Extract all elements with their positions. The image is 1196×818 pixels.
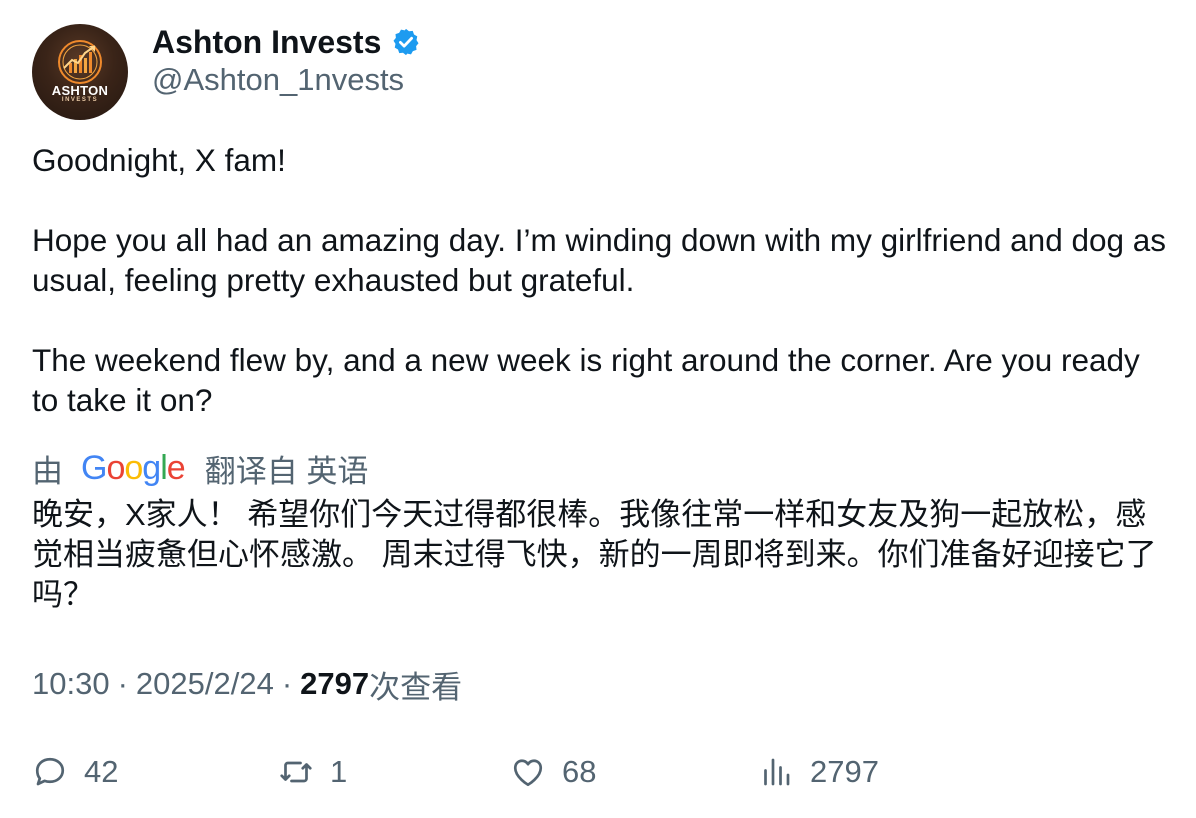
chart-logo-icon — [58, 40, 102, 84]
translation-attribution[interactable]: 由 Google 翻译自 英语 — [32, 446, 368, 490]
views-action-count: 2797 — [810, 754, 879, 789]
tweet-time[interactable]: 10:30 — [32, 666, 110, 702]
analytics-icon — [764, 758, 790, 786]
views-label: 次查看 — [369, 669, 463, 705]
meta-separator: · — [281, 666, 293, 701]
author-handle[interactable]: @Ashton_1nvests — [152, 62, 404, 98]
tweet-paragraph: Goodnight, X fam! — [32, 142, 286, 178]
tweet-meta: 10:30 · 2025/2/24 · 2797 次查看 — [32, 664, 463, 705]
tweet-paragraph: The weekend flew by, and a new week is r… — [32, 342, 1140, 418]
avatar[interactable]: ASHTON INVESTS — [32, 24, 128, 120]
translated-tweet-text: 晚安，X家人！ 希望你们今天过得都很棒。我像往常一样和女友及狗一起放松，感觉相当… — [32, 497, 1157, 612]
meta-separator: · — [117, 666, 128, 701]
retweet-icon — [280, 761, 312, 783]
google-logo: Google — [81, 448, 186, 487]
views-button[interactable]: 2797 — [758, 748, 879, 796]
like-button[interactable]: 68 — [510, 748, 596, 796]
avatar-logo-text: ASHTON — [51, 83, 109, 98]
reply-button[interactable]: 42 — [32, 748, 118, 796]
action-bar: 42 1 68 2797 — [32, 748, 1172, 796]
tweet-text: Goodnight, X fam! Hope you all had an am… — [32, 140, 1172, 420]
translation-prefix: 由 — [32, 453, 63, 489]
like-count: 68 — [562, 754, 597, 789]
views-count: 2797 — [300, 666, 370, 701]
retweet-button[interactable]: 1 — [278, 748, 347, 796]
retweet-count: 1 — [330, 754, 348, 789]
translation-source-language: 翻译自 英语 — [204, 453, 369, 489]
author-display-name[interactable]: Ashton Invests — [152, 24, 381, 61]
verified-badge-icon[interactable] — [391, 27, 421, 57]
author-name-row: Ashton Invests — [152, 22, 421, 62]
reply-count: 42 — [84, 754, 119, 789]
tweet-date[interactable]: 2025/2/24 — [136, 666, 274, 702]
reply-icon — [35, 757, 65, 786]
avatar-logo-subtext: INVESTS — [61, 97, 99, 103]
heart-icon — [513, 759, 543, 787]
tweet-paragraph: Hope you all had an amazing day. I’m win… — [32, 222, 1167, 298]
